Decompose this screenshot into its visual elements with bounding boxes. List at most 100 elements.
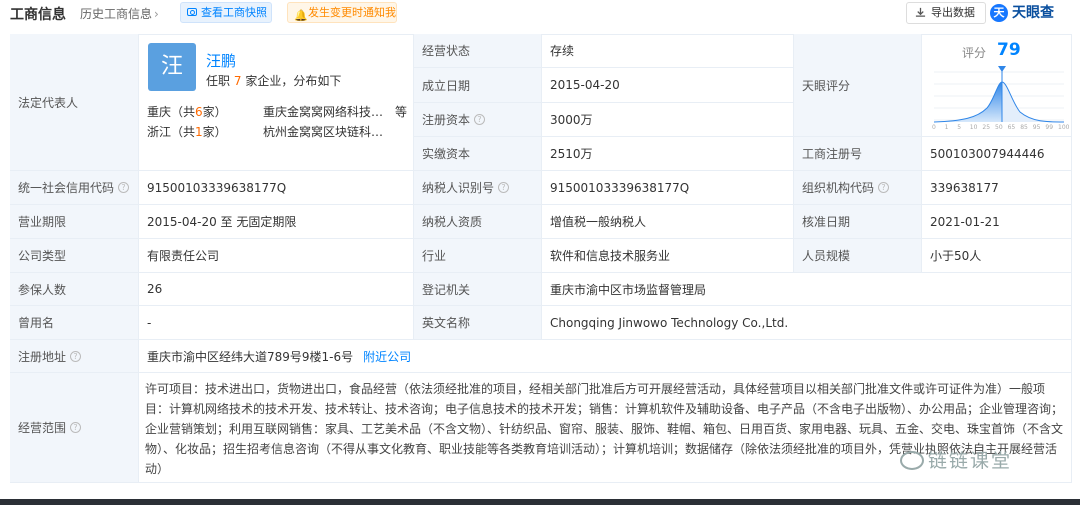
approve-label-cell: 核准日期 [794, 205, 922, 239]
history-link[interactable]: 历史工商信息 › [80, 5, 159, 22]
score-tick-labels: 0 1 5 10 25 50 65 85 95 99 100 [932, 124, 1070, 134]
type-label-cell: 公司类型 [10, 239, 139, 273]
taxid-label-cell: 纳税人识别号? [414, 171, 542, 205]
taxq-label: 纳税人资质 [422, 215, 483, 229]
help-icon[interactable]: ? [118, 182, 130, 193]
taxid-value: 91500103339638177Q [550, 180, 690, 195]
rep-summary-pre: 任职 [206, 74, 231, 88]
status-label: 经营状态 [422, 44, 471, 58]
page-title: 工商信息 [10, 7, 66, 23]
help-icon[interactable]: ? [878, 182, 890, 193]
region-count[interactable]: 6 [195, 105, 203, 119]
regcap-label-cell: 注册资本? [414, 103, 542, 137]
tianyancha-logo: 天 天眼查 [990, 3, 1054, 23]
regcap-value: 3000万 [550, 113, 593, 127]
score-chart-cell[interactable]: 评分 79 0 1 5 10 25 50 65 85 95 99 100 [922, 34, 1072, 137]
history-link-label[interactable]: 历史工商信息 [80, 7, 152, 21]
region-name: 重庆（共 [147, 105, 196, 119]
help-icon[interactable]: ? [474, 114, 486, 125]
export-data-button[interactable]: 导出数据 [906, 2, 986, 24]
header-bar: 工商信息 历史工商信息 › 查看工商快照 🔔 发生变更时通知我 导出数据 天 天眼… [0, 0, 1080, 26]
approve-label: 核准日期 [802, 215, 851, 229]
score-label-cell: 天眼评分 [794, 34, 922, 137]
logo-icon: 天 [990, 4, 1008, 22]
regno-label: 工商注册号 [802, 147, 863, 161]
credit-value-cell: 91500103339638177Q [139, 171, 414, 205]
en-label-cell: 英文名称 [414, 306, 542, 340]
staff-label-cell: 人员规模 [794, 239, 922, 273]
score-tick-label: 65 [1007, 124, 1016, 131]
staff-label: 人员规模 [802, 249, 851, 263]
en-label: 英文名称 [422, 316, 471, 330]
type-value-cell: 有限责任公司 [139, 239, 414, 273]
wechat-icon [900, 451, 924, 470]
org-value-cell: 339638177 [922, 171, 1072, 205]
help-icon[interactable]: ? [70, 422, 82, 433]
scope-label-cell: 经营范围? [10, 373, 139, 483]
taxid-label: 纳税人识别号 [422, 181, 495, 195]
help-icon[interactable]: ? [70, 350, 82, 362]
scope-label: 经营范围 [18, 421, 67, 435]
en-value-cell: Chongqing Jinwowo Technology Co.,Ltd. [542, 306, 1072, 340]
insured-value: 26 [147, 282, 163, 296]
approve-value-cell: 2021-01-21 [922, 205, 1072, 239]
found-value-cell: 2015-04-20 [542, 68, 794, 103]
found-label: 成立日期 [422, 78, 471, 93]
avatar: 汪 [148, 43, 196, 91]
region-company-link[interactable]: 杭州金窝窝区块链科… [263, 123, 383, 140]
org-label: 组织机构代码 [802, 181, 875, 195]
score-word: 评分 [962, 46, 987, 60]
paidcap-value-cell: 2510万 [542, 137, 794, 171]
score-tick-label: 1 [944, 124, 949, 131]
score-tick-label: 85 [1020, 124, 1028, 131]
taxid-value-cell: 91500103339638177Q [542, 171, 794, 205]
help-icon[interactable]: ? [498, 182, 510, 193]
region-count[interactable]: 1 [195, 125, 203, 139]
paidcap-value: 2510万 [550, 147, 593, 161]
bottom-bar [0, 499, 1080, 505]
type-label: 公司类型 [18, 249, 67, 263]
score-marker-icon [998, 66, 1006, 72]
region-name: 浙江（共 [147, 125, 196, 139]
score-chart[interactable]: 评分 79 0 1 5 10 25 50 65 85 95 99 100 [922, 34, 1072, 137]
term-value: 2015-04-20 至 无固定期限 [147, 215, 297, 229]
industry-label: 行业 [422, 249, 447, 263]
org-label-cell: 组织机构代码? [794, 171, 922, 205]
score-tick-label: 100 [1058, 124, 1070, 131]
rep-label: 法定代表人 [18, 95, 79, 110]
status-value: 存续 [550, 44, 575, 58]
watermark-text: 链链课堂 [928, 450, 1013, 472]
regcap-value-cell: 3000万 [542, 103, 794, 137]
staff-value-cell: 小于50人 [922, 239, 1072, 273]
rep-label-cell: 法定代表人 [10, 34, 139, 171]
view-snapshot-button[interactable]: 查看工商快照 [180, 2, 272, 23]
industry-value: 软件和信息技术服务业 [550, 249, 671, 263]
score-tick-label: 50 [995, 124, 1003, 131]
region-suffix: 家） [202, 125, 227, 139]
approve-value: 2021-01-21 [930, 214, 1000, 229]
regno-value-cell: 500103007944446 [922, 137, 1072, 171]
region-suffix: 家） [202, 105, 227, 119]
regno-label-cell: 工商注册号 [794, 137, 922, 171]
region-company-link[interactable]: 重庆金窝窝网络科技… [263, 103, 383, 120]
rep-summary-post: 家企业，分布如下 [245, 74, 342, 88]
credit-value: 91500103339638177Q [147, 180, 287, 195]
nearby-companies-link[interactable]: 附近公司 [363, 348, 411, 365]
en-value: Chongqing Jinwowo Technology Co.,Ltd. [550, 315, 789, 330]
chevron-right-icon: › [154, 7, 159, 21]
notify-button[interactable]: 🔔 发生变更时通知我 [287, 2, 397, 23]
rep-summary-count[interactable]: 7 [234, 74, 242, 88]
rep-name-link[interactable]: 汪鹏 [206, 50, 236, 71]
paidcap-label-cell: 实缴资本 [414, 137, 542, 171]
authority-value: 重庆市渝中区市场监督管理局 [550, 282, 707, 297]
term-label-cell: 营业期限 [10, 205, 139, 239]
found-label-cell: 成立日期 [414, 68, 542, 103]
score-label: 天眼评分 [802, 78, 851, 93]
score-tick-label: 10 [969, 124, 978, 131]
rep-card: 汪 汪鹏 任职 7 家企业，分布如下 重庆（共6家） 重庆金窝窝网络科技… 等 … [139, 34, 414, 171]
logo-text: 天眼查 [1012, 5, 1054, 21]
credit-label-cell: 统一社会信用代码? [10, 171, 139, 205]
paidcap-label: 实缴资本 [422, 147, 471, 161]
region-more[interactable]: 等 [395, 103, 407, 120]
score-tick-label: 5 [957, 124, 962, 131]
